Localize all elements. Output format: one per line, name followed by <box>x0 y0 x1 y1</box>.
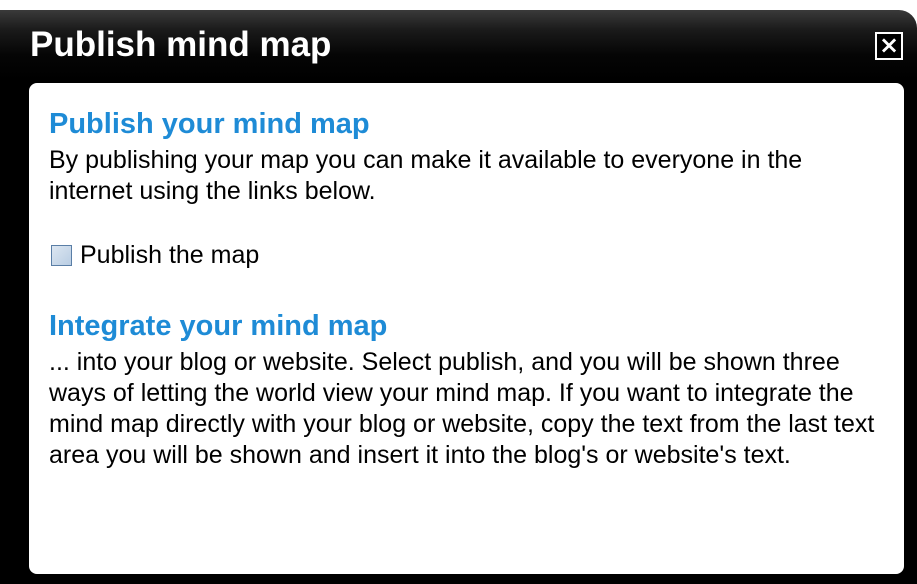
publish-heading: Publish your mind map <box>49 108 370 140</box>
publish-checkbox-row[interactable]: Publish the map <box>49 238 886 272</box>
publish-checkbox[interactable] <box>51 244 72 266</box>
dialog-content-panel: Publish your mind map By publishing your… <box>29 83 904 574</box>
integrate-description: ... into your blog or website. Select pu… <box>49 348 875 469</box>
dialog-title: Publish mind map <box>30 25 332 64</box>
publish-description: By publishing your map you can make it a… <box>49 146 803 205</box>
publish-dialog: Publish mind map × Publish your mind map… <box>0 10 917 584</box>
publish-checkbox-label[interactable]: Publish the map <box>80 240 259 271</box>
integrate-heading: Integrate your mind map <box>49 310 388 342</box>
close-icon[interactable]: × <box>875 32 903 60</box>
